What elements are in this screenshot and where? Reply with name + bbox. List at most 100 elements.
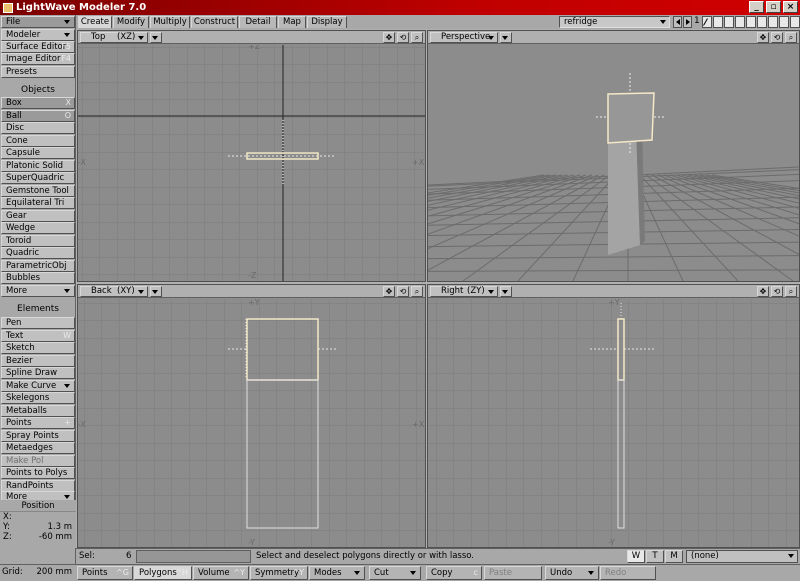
object-ball-button[interactable]: Ball O [1, 109, 75, 122]
viewport-top-view-menu[interactable]: Top (XZ) [80, 32, 148, 43]
zoom-view-icon[interactable]: ⌕ [411, 286, 423, 297]
object-wedge-button[interactable]: Wedge [1, 222, 75, 234]
object-quadric-button[interactable]: Quadric [1, 247, 75, 259]
volume-mode-button[interactable]: Volume ^Y [193, 566, 249, 580]
modeler-menu[interactable]: Modeler [1, 29, 75, 41]
move-view-icon[interactable]: ✥ [757, 286, 769, 297]
viewport-back-view-menu[interactable]: Back (XY) [80, 286, 148, 297]
object-box-button[interactable]: Box X [1, 97, 75, 109]
wireframe-toggle-t[interactable]: T [646, 550, 664, 563]
viewport-right-canvas[interactable]: +Y -Y [428, 299, 799, 547]
layer-prev-button[interactable] [673, 16, 682, 28]
rotate-view-icon[interactable]: ⟲ [397, 32, 409, 43]
tab-create[interactable]: Create [78, 16, 112, 28]
close-button[interactable]: × [783, 1, 798, 13]
object-equilateral-tri-button[interactable]: Equilateral Tri [1, 197, 75, 209]
object-platonic-solid-button[interactable]: Platonic Solid [1, 159, 75, 172]
layer-cell-9[interactable] [790, 16, 800, 28]
cut-menu[interactable]: Cut [369, 566, 421, 580]
viewport-top-canvas[interactable]: +Z -X +X -Z [78, 45, 425, 281]
layer-cell-5[interactable] [746, 16, 756, 28]
layer-cell-4[interactable] [735, 16, 745, 28]
object-capsule-button[interactable]: Capsule [1, 147, 75, 159]
points-mode-button[interactable]: Points ^G [77, 566, 133, 580]
element-spline-draw-button[interactable]: Spline Draw [1, 367, 75, 379]
element-metaedges-button[interactable]: Metaedges [1, 442, 75, 454]
element-points-button[interactable]: Points + [1, 417, 75, 429]
objects-more-menu[interactable]: More [1, 285, 75, 297]
tab-construct[interactable]: Construct [191, 16, 238, 28]
element-metaballs-button[interactable]: Metaballs [1, 404, 75, 417]
move-view-icon[interactable]: ✥ [383, 32, 395, 43]
element-skelegons-button[interactable]: Skelegons [1, 392, 75, 404]
undo-menu[interactable]: Undo [545, 566, 599, 580]
rotate-view-icon[interactable]: ⟲ [771, 32, 783, 43]
element-make-curve-button[interactable]: Make Curve [1, 379, 75, 392]
viewport-right-view-menu[interactable]: Right (ZY) [430, 286, 498, 297]
tab-display[interactable]: Display [307, 16, 347, 28]
object-bubbles-button[interactable]: Bubbles [1, 272, 75, 284]
minimize-button[interactable]: _ [749, 1, 764, 13]
element-bezier-button[interactable]: Bezier [1, 354, 75, 367]
layer-cell-7[interactable] [768, 16, 778, 28]
redo-button[interactable]: Redo [600, 566, 656, 580]
viewport-back[interactable]: Back (XY) ✥ ⟲ ⌕ +Y -X +X -Y [77, 284, 426, 548]
presets-button[interactable]: Presets [1, 66, 75, 78]
element-spray-points-button[interactable]: Spray Points [1, 429, 75, 442]
object-disc-button[interactable]: Disc [1, 122, 75, 134]
rotate-view-icon[interactable]: ⟲ [397, 286, 409, 297]
move-view-icon[interactable]: ✥ [383, 286, 395, 297]
polygons-mode-button[interactable]: Polygons ^H [134, 566, 192, 580]
symmetry-button[interactable]: Symmetry ^Y [250, 566, 308, 580]
viewport-perspective[interactable]: Perspective ✥ ⟲ ⌕ Z [427, 30, 800, 282]
viewport-perspective-canvas[interactable]: Z [428, 45, 799, 281]
viewport-top-render-mode-menu[interactable] [150, 32, 162, 43]
viewport-right[interactable]: Right (ZY) ✥ ⟲ ⌕ +Y -Y [427, 284, 800, 548]
viewport-top[interactable]: Top (XZ) ✥ ⟲ ⌕ +Z -X +X -Z [77, 30, 426, 282]
zoom-view-icon[interactable]: ⌕ [411, 32, 423, 43]
element-text-button[interactable]: Text W [1, 329, 75, 342]
element-points-to-polys-button[interactable]: Points to Polys [1, 467, 75, 479]
wireframe-toggle-m[interactable]: M [665, 550, 683, 563]
layer-cell-6[interactable] [757, 16, 767, 28]
layer-next-button[interactable] [683, 16, 692, 28]
viewport-right-render-mode-menu[interactable] [500, 286, 512, 297]
object-cone-button[interactable]: Cone [1, 134, 75, 147]
layer-cell-8[interactable] [779, 16, 789, 28]
object-superquadric-button[interactable]: SuperQuadric [1, 172, 75, 184]
tab-multiply[interactable]: Multiply [150, 16, 190, 28]
copy-button[interactable]: Copy c [426, 566, 482, 580]
layer-cell-1[interactable] [702, 16, 712, 28]
layer-cell-3[interactable] [724, 16, 734, 28]
move-view-icon[interactable]: ✥ [757, 32, 769, 43]
viewport-perspective-view-menu[interactable]: Perspective [430, 32, 498, 43]
surface-select[interactable]: (none) [686, 550, 798, 563]
viewport-back-render-mode-menu[interactable] [150, 286, 162, 297]
zoom-view-icon[interactable]: ⌕ [785, 286, 797, 297]
element-pen-button[interactable]: Pen [1, 317, 75, 329]
tab-detail[interactable]: Detail [239, 16, 277, 28]
viewport-perspective-render-mode-menu[interactable] [500, 32, 512, 43]
viewport-back-canvas[interactable]: +Y -X +X -Y [78, 299, 425, 547]
element-make-pol-button[interactable]: Make Pol [1, 454, 75, 467]
object-select[interactable]: refridge [559, 16, 670, 28]
object-item-label: Capsule [6, 148, 40, 158]
layer-cell-2[interactable] [713, 16, 723, 28]
surface-editor-button[interactable]: Surface Editor F5 [1, 41, 75, 53]
zoom-view-icon[interactable]: ⌕ [785, 32, 797, 43]
object-gemstone-tool-button[interactable]: Gemstone Tool [1, 184, 75, 197]
element-sketch-button[interactable]: Sketch [1, 342, 75, 354]
maximize-button[interactable]: ▫ [766, 1, 781, 13]
rotate-view-icon[interactable]: ⟲ [771, 286, 783, 297]
tab-map[interactable]: Map [278, 16, 306, 28]
object-parametricobj-button[interactable]: ParametricObj [1, 259, 75, 272]
wireframe-toggle-w[interactable]: W [627, 550, 645, 563]
modes-menu[interactable]: Modes [309, 566, 365, 580]
image-editor-button[interactable]: Image Editor F4 [1, 53, 75, 65]
file-menu[interactable]: File [1, 16, 75, 28]
element-randpoints-button[interactable]: RandPoints [1, 479, 75, 492]
tab-modify[interactable]: Modify [113, 16, 149, 28]
paste-button[interactable]: Paste [484, 566, 542, 580]
object-gear-button[interactable]: Gear [1, 209, 75, 222]
object-toroid-button[interactable]: Toroid [1, 234, 75, 247]
